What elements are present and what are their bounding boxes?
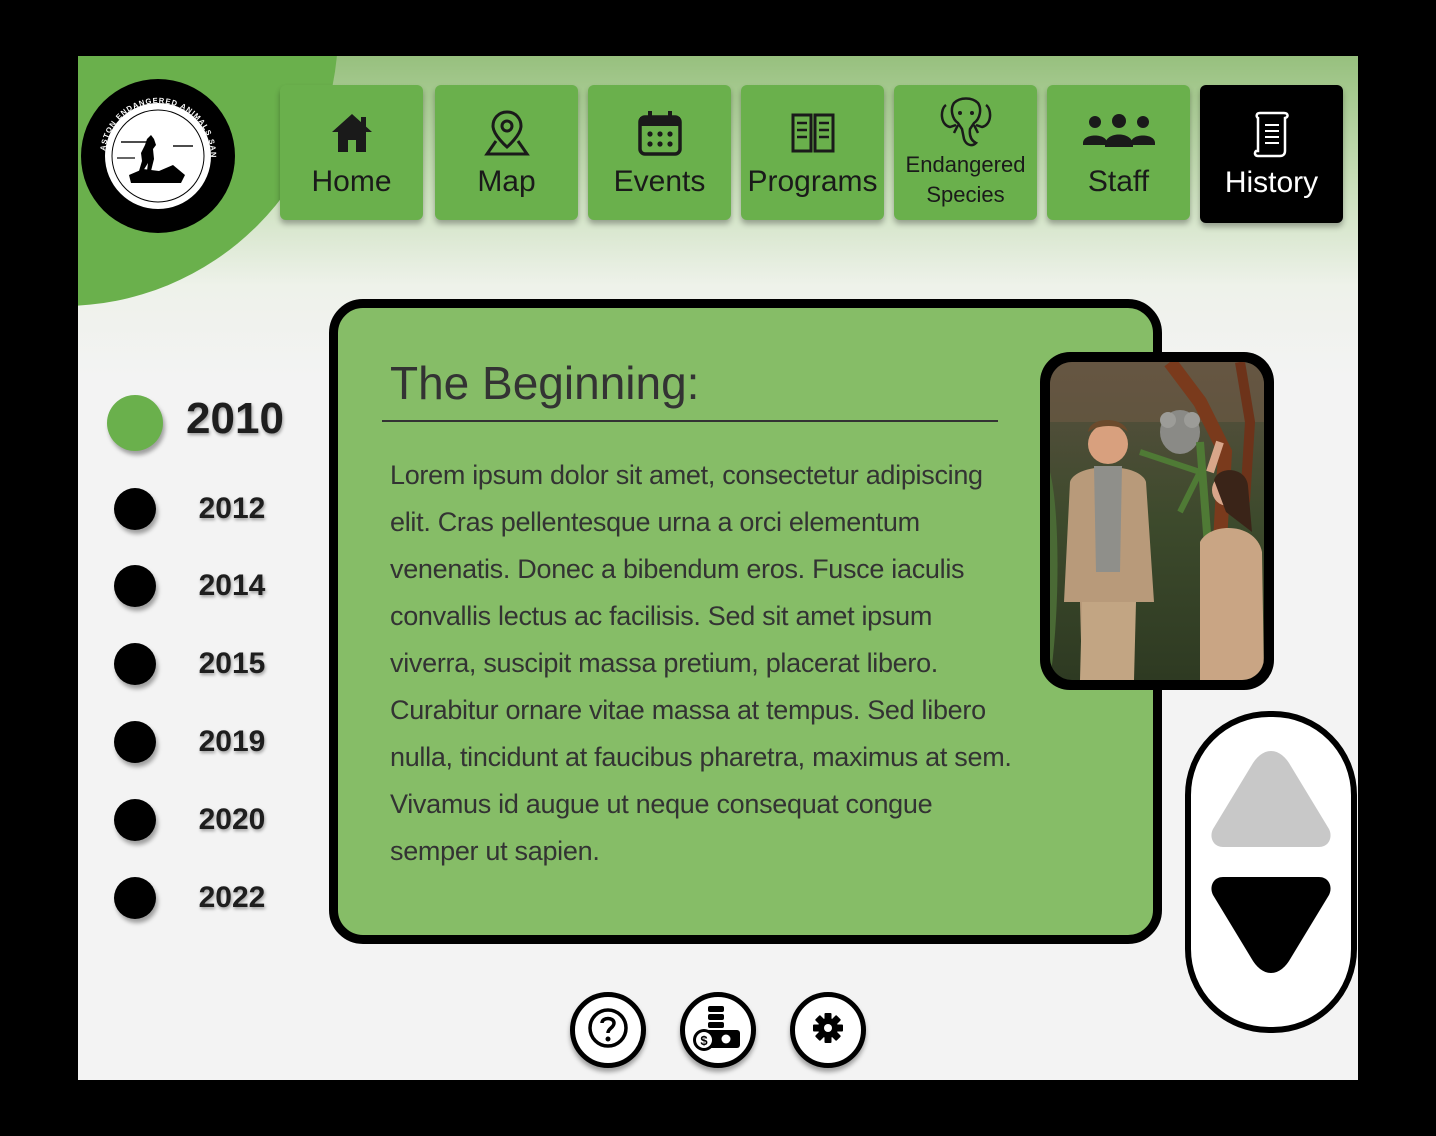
elephant-icon [936,96,996,148]
scroll-up-button[interactable] [1207,743,1335,860]
timeline-year-2010[interactable]: 2010 [170,394,300,444]
nav-label-programs: Programs [747,164,878,198]
timeline-year-2015[interactable]: 2015 [177,647,287,681]
card-body-text: Lorem ipsum dolor sit amet, consectetur … [390,460,1012,866]
history-photo [1050,362,1264,680]
settings-icon [808,1008,848,1053]
title-divider [382,420,998,422]
nav-label-events: Events [613,164,706,198]
book-icon [789,107,837,159]
nav-label-map: Map [477,164,536,198]
nav-label-history: History [1224,166,1319,199]
nav-button-staff[interactable]: Staff [1047,85,1190,220]
sanctuary-logo[interactable]: ASTON ENDANGERED ANIMALS SANCTUARY [81,79,235,233]
settings-button[interactable] [790,992,866,1068]
nav-button-programs[interactable]: Programs [741,85,884,220]
timeline-dot-2020[interactable] [114,799,156,841]
timeline-year-2022[interactable]: 2022 [177,881,287,915]
nav-button-events[interactable]: Events [588,85,731,220]
svg-text:$: $ [700,1033,708,1048]
nav-button-endangered-species[interactable]: Endangered Species [894,85,1037,220]
calendar-icon [637,107,683,159]
timeline-dot-2022[interactable] [114,877,156,919]
people-icon [1081,107,1157,159]
timeline-year-2020[interactable]: 2020 [177,803,287,837]
help-button[interactable] [570,992,646,1068]
app-frame: ASTON ENDANGERED ANIMALS SANCTUARY Home … [78,56,1358,1080]
nav-label-endangered-species: Endangered Species [906,150,1026,210]
timeline-year-2012[interactable]: 2012 [177,492,287,526]
home-icon [330,107,374,159]
timeline-dot-2012[interactable] [114,488,156,530]
help-icon [586,1006,630,1055]
nav-label-staff: Staff [1087,164,1150,198]
scroll-down-button[interactable] [1207,869,1335,986]
timeline-year-2019[interactable]: 2019 [177,725,287,759]
timeline-dot-2015[interactable] [114,643,156,685]
card-title: The Beginning: [390,357,700,409]
nav-button-history[interactable]: History [1200,85,1343,223]
nav-label-endangered: Endangered [905,151,1026,177]
timeline-year-2014[interactable]: 2014 [177,569,287,603]
scroll-icon [1252,108,1292,160]
timeline-dot-2019[interactable] [114,721,156,763]
nav-button-home[interactable]: Home [280,85,423,220]
map-pin-icon [483,107,530,159]
nav-button-map[interactable]: Map [435,85,578,220]
photo-frame [1040,352,1274,690]
donate-icon: $ [692,1004,744,1057]
nav-label-home: Home [311,164,392,198]
nav-label-species: Species [926,181,1005,207]
history-card: The Beginning: Lorem ipsum dolor sit ame… [329,299,1162,944]
timeline-dot-2010[interactable] [107,395,163,451]
donate-button[interactable]: $ [680,992,756,1068]
content-scroller [1185,711,1357,1033]
timeline-dot-2014[interactable] [114,565,156,607]
